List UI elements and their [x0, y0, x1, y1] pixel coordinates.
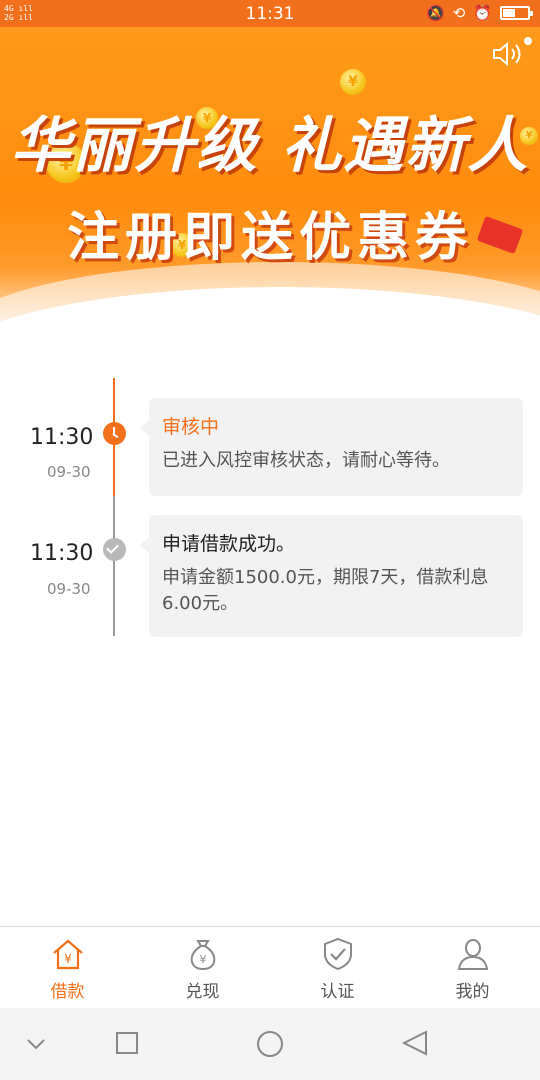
clock-icon: [103, 422, 126, 445]
timeline-date: 09-30: [47, 580, 91, 598]
nav-label: 我的: [455, 982, 490, 1002]
shield-check-icon: [321, 937, 355, 971]
status-bar: 4G ıll 2G ıll 11:31 🔕 ⟲ ⏰: [0, 0, 540, 27]
svg-text:¥: ¥: [64, 952, 72, 966]
svg-text:¥: ¥: [199, 953, 206, 966]
timeline-time: 11:30: [30, 425, 94, 450]
chevron-down-icon[interactable]: [26, 1036, 46, 1055]
coin-icon: ¥: [340, 69, 366, 95]
house-yen-icon: ¥: [51, 937, 85, 971]
timeline-date: 09-30: [47, 463, 91, 481]
carousel-indicator-dot: [264, 321, 275, 332]
alarm-icon: ⏰: [473, 4, 492, 22]
timeline-card-reviewing: 审核中 已进入风控审核状态，请耐心等待。: [140, 398, 523, 496]
nav-item-verify[interactable]: 认证: [270, 927, 405, 1008]
notification-dot: [524, 37, 532, 45]
recents-square-icon[interactable]: [116, 1032, 138, 1058]
timeline-description: 已进入风控审核状态，请耐心等待。: [162, 450, 450, 471]
nav-label: 借款: [50, 982, 85, 1002]
nav-label: 认证: [320, 982, 355, 1002]
battery-level: [503, 9, 515, 17]
nav-item-cashout[interactable]: ¥ 兑现: [135, 927, 270, 1008]
speaker-icon[interactable]: [492, 41, 526, 67]
timeline-title: 审核中: [162, 416, 220, 438]
home-circle-icon[interactable]: [256, 1030, 284, 1062]
money-bag-icon: ¥: [186, 937, 220, 971]
nav-item-loan[interactable]: ¥ 借款: [0, 927, 135, 1008]
timeline-line: [113, 496, 115, 636]
timeline-description: 申请金额1500.0元，期限7天，借款利息6.00元。: [162, 567, 489, 614]
timeline-card-applied: 申请借款成功。 申请金额1500.0元，期限7天，借款利息6.00元。: [140, 515, 523, 637]
check-icon: [103, 538, 126, 561]
system-navigation-bar: [0, 1008, 540, 1080]
back-triangle-icon[interactable]: [401, 1030, 428, 1060]
timeline-time: 11:30: [30, 541, 94, 566]
nav-label: 兑现: [185, 982, 220, 1002]
person-icon: [456, 937, 490, 971]
battery-icon: [500, 6, 533, 20]
banner-headline: 华丽升级 礼遇新人: [10, 111, 530, 181]
timeline-title: 申请借款成功。: [162, 533, 296, 555]
bell-mute-icon: 🔕: [426, 4, 445, 22]
bottom-navigation: ¥ 借款 ¥ 兑现 认证 我的: [0, 926, 540, 1008]
lock-rotate-icon: ⟲: [452, 4, 466, 22]
nav-item-profile[interactable]: 我的: [405, 927, 540, 1008]
promo-banner[interactable]: ¥ ¥ ¥ ¥ ¥ 华丽升级 礼遇新人 注册即送优惠券: [0, 27, 540, 347]
banner-subheadline: 注册即送优惠券: [66, 208, 473, 268]
